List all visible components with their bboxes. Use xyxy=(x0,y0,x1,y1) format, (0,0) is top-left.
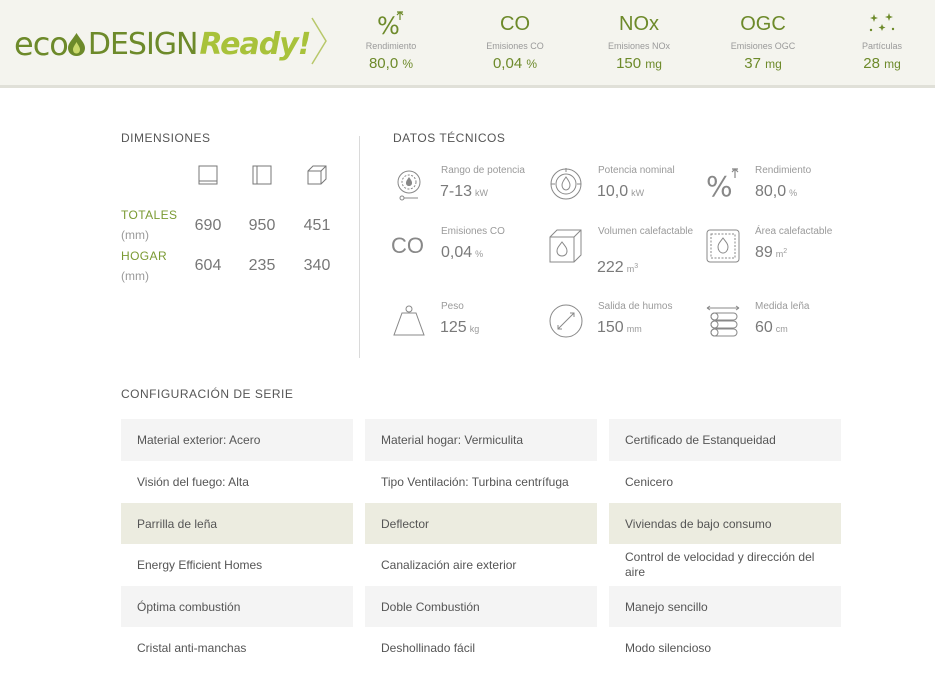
cube-icon xyxy=(307,165,327,185)
config-item: Energy Efficient Homes xyxy=(121,544,353,586)
tech-value: 89 m2 xyxy=(755,244,788,261)
dim-row-unit: (mm) xyxy=(121,269,149,283)
tech-value: 10,0 kW xyxy=(597,183,645,200)
config-item: Visión del fuego: Alta xyxy=(121,461,353,503)
dim-value: 690 xyxy=(194,217,222,234)
config-item: Material hogar: Vermiculita xyxy=(365,419,597,461)
ecodesign-ready-logo: eco DESIGN Ready! xyxy=(14,22,312,66)
nox-text-icon: NOx xyxy=(619,13,659,35)
svg-text:%: % xyxy=(377,12,400,38)
dim-value: 340 xyxy=(303,257,331,274)
tech-label: Rendimiento xyxy=(755,165,812,176)
header-stat-co: CO Emisiones CO 0,04 % xyxy=(460,10,570,72)
tech-value: 80,0% xyxy=(755,183,798,200)
tech-label: Volumen calefactable xyxy=(598,226,694,237)
logo-eco-text: eco xyxy=(14,25,69,63)
dim-value: 235 xyxy=(248,257,276,274)
header-band: eco DESIGN Ready! % Rendimiento 80,0 % C… xyxy=(0,0,935,88)
heated-area-icon xyxy=(706,229,740,263)
tech-label: Peso xyxy=(441,301,464,312)
header-stat-nox: NOx Emisiones NOx 150 mg xyxy=(584,10,694,72)
logo-design-text: DESIGN xyxy=(87,26,199,62)
power-range-icon xyxy=(397,170,421,201)
config-item: Deflector xyxy=(365,503,597,545)
dim-row-label-totales: TOTALES xyxy=(121,208,178,222)
config-item: Cenicero xyxy=(609,461,841,503)
co-text-icon: CO xyxy=(391,233,424,258)
config-item: Certificado de Estanqueidad xyxy=(609,419,841,461)
config-item: Canalización aire exterior xyxy=(365,544,597,586)
config-item: Material exterior: Acero xyxy=(121,419,353,461)
stat-value: 150 mg xyxy=(616,55,662,72)
stat-value: 80,0 % xyxy=(368,55,414,72)
percent-icon: % xyxy=(706,168,739,202)
dim-value: 950 xyxy=(248,217,276,234)
stat-label: Emisiones NOx xyxy=(607,41,670,51)
section-divider xyxy=(359,136,360,358)
stat-label: Rendimiento xyxy=(365,41,417,51)
tech-label: Área calefactable xyxy=(755,226,833,237)
co-text-icon: CO xyxy=(500,13,530,35)
chevron-right-icon xyxy=(311,17,327,65)
stat-value: 37 mg xyxy=(744,55,782,72)
config-item: Parrilla de leña xyxy=(121,503,353,545)
config-title: CONFIGURACIÓN DE SERIE xyxy=(121,387,294,401)
dim-row-label-hogar: HOGAR xyxy=(121,249,168,263)
config-item: Deshollinado fácil xyxy=(365,627,597,669)
heated-volume-icon xyxy=(549,229,582,263)
logo-ready-text: Ready! xyxy=(199,26,312,62)
tech-value: 125 kg xyxy=(440,319,480,336)
config-item: Control de velocidad y dirección del air… xyxy=(609,544,841,586)
svg-text:%: % xyxy=(706,170,733,202)
tech-value: 60 cm xyxy=(755,319,788,336)
front-view-icon xyxy=(198,165,218,185)
tech-title: DATOS TÉCNICOS xyxy=(393,131,506,145)
tech-value: 222 m3 xyxy=(597,259,639,276)
config-item: Cristal anti-manchas xyxy=(121,627,353,669)
dim-row-unit: (mm) xyxy=(121,228,149,242)
tech-label: Rango de potencia xyxy=(441,165,525,176)
tech-value: 150 mm xyxy=(597,319,642,336)
nominal-power-icon xyxy=(550,168,582,200)
config-item: Óptima combustión xyxy=(121,586,353,628)
tech-label: Salida de humos xyxy=(598,301,673,312)
logo-drop-icon xyxy=(67,32,85,56)
header-stat-particulas: Partículas 28 mg xyxy=(832,10,932,72)
config-item: Doble Combustión xyxy=(365,586,597,628)
dimensions-title: DIMENSIONES xyxy=(121,131,211,145)
stat-value: 28 mg xyxy=(863,55,901,72)
dim-value: 604 xyxy=(194,257,222,274)
tech-label: Emisiones CO xyxy=(441,226,505,237)
dim-value: 451 xyxy=(303,217,331,234)
flue-outlet-icon xyxy=(549,304,583,338)
tech-label: Potencia nominal xyxy=(598,165,675,176)
tech-value: 0,04% xyxy=(441,244,484,261)
weight-icon xyxy=(393,305,425,336)
header-stat-rendimiento: % Rendimiento 80,0 % xyxy=(336,10,446,72)
config-item: Modo silencioso xyxy=(609,627,841,669)
config-item: Viviendas de bajo consumo xyxy=(609,503,841,545)
stat-label: Emisiones CO xyxy=(486,41,544,51)
percent-icon: % xyxy=(336,10,446,40)
stat-value: 0,04 % xyxy=(492,55,538,72)
stat-label: Partículas xyxy=(861,41,903,51)
stat-label: Emisiones OGC xyxy=(730,41,796,51)
side-view-icon xyxy=(252,165,272,185)
tech-value: 7-13 kW xyxy=(440,183,489,200)
ogc-text-icon: OGC xyxy=(740,13,786,35)
firewood-icon xyxy=(706,305,740,337)
config-item: Manejo sencillo xyxy=(609,586,841,628)
tech-label: Medida leña xyxy=(755,301,810,312)
header-stat-ogc: OGC Emisiones OGC 37 mg xyxy=(708,10,818,72)
particles-icon xyxy=(832,10,932,38)
config-item: Tipo Ventilación: Turbina centrífuga xyxy=(365,461,597,503)
